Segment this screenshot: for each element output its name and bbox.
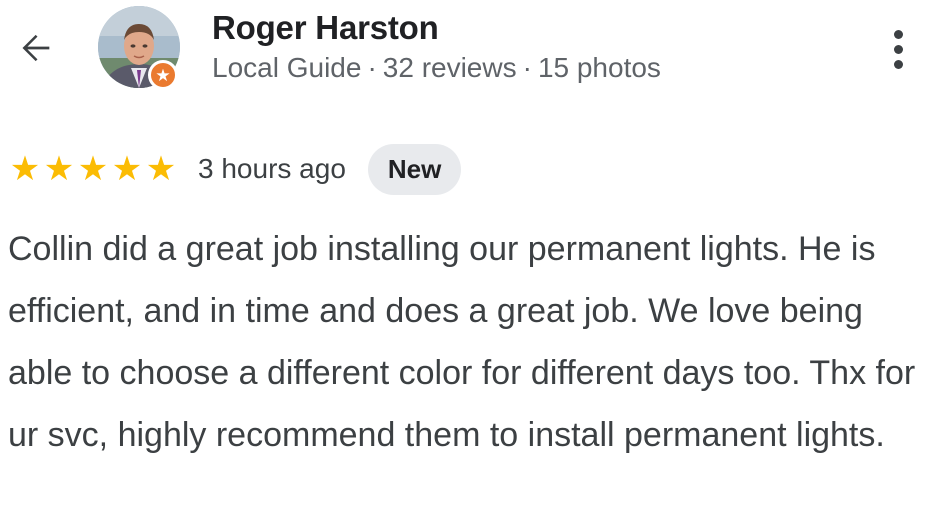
review-time: 3 hours ago bbox=[198, 153, 346, 184]
star-icon: ★ bbox=[43, 150, 75, 188]
star-icon: ★ bbox=[111, 150, 143, 188]
star-icon: ★ bbox=[145, 150, 177, 188]
meta-separator: · bbox=[522, 52, 532, 83]
author-guide-title: Local Guide bbox=[212, 52, 362, 83]
star-icon: ★ bbox=[9, 150, 41, 188]
star-icon: ★ bbox=[77, 150, 109, 188]
local-guide-star-icon: ★ bbox=[148, 60, 178, 90]
author-photo-count: 15 photos bbox=[537, 52, 661, 83]
author-name[interactable]: Roger Harston bbox=[212, 9, 439, 47]
new-badge: New bbox=[367, 143, 462, 195]
author-review-count: 32 reviews bbox=[382, 52, 517, 83]
more-vert-icon-dot bbox=[893, 44, 903, 54]
star-rating: ★ ★ ★ ★ ★ bbox=[8, 152, 178, 186]
arrow-left-icon bbox=[22, 34, 50, 62]
review-text: Collin did a great job installing our pe… bbox=[8, 230, 916, 454]
author-meta: Local Guide · 32 reviews · 15 photos bbox=[212, 52, 661, 84]
meta-separator: · bbox=[367, 52, 377, 83]
back-button[interactable] bbox=[10, 22, 62, 74]
author-avatar-container[interactable]: ★ bbox=[98, 6, 182, 90]
more-vert-icon bbox=[893, 29, 903, 39]
more-options-button[interactable] bbox=[878, 22, 918, 76]
review-rating-row: ★ ★ ★ ★ ★ 3 hours ago New bbox=[8, 143, 462, 195]
review-detail-page: ★ Roger Harston Local Guide · 32 reviews · 1… bbox=[0, 0, 934, 530]
more-vert-icon-dot bbox=[893, 59, 903, 69]
